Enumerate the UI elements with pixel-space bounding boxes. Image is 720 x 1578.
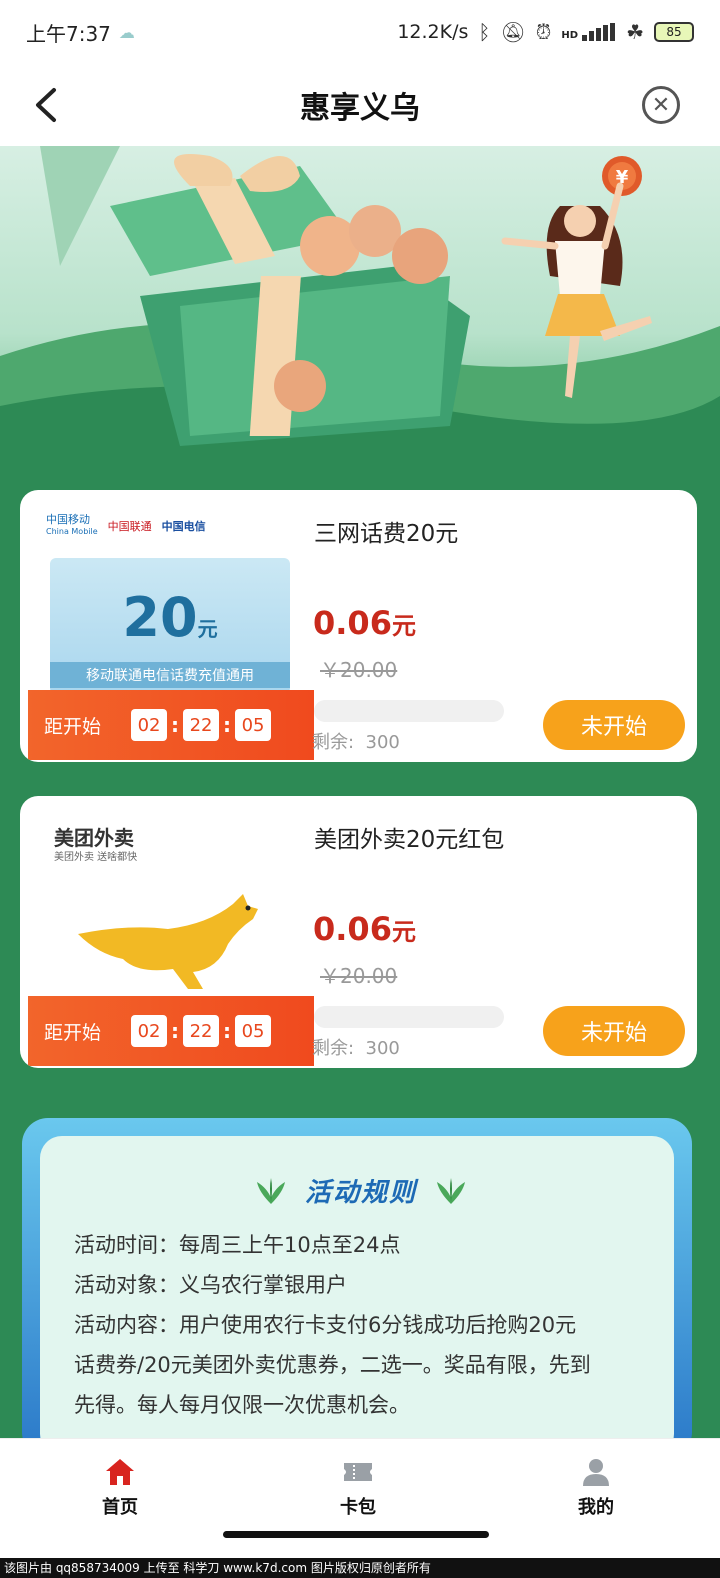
- countdown-label: 距开始: [44, 715, 102, 738]
- close-circle-icon[interactable]: ✕: [642, 86, 680, 124]
- countdown-separator: :: [223, 1019, 232, 1043]
- leaf-icon: [256, 1177, 285, 1204]
- kangaroo-icon: [78, 894, 258, 989]
- product-image: 美团外卖 美团外卖 送啥都快: [28, 804, 310, 1000]
- app-screen: { "status_bar": { "time": "上午7:37", "net…: [0, 0, 720, 1578]
- product-image: 中国移动 China Mobile 中国联通 中国电信 20元 移动联通电信话费…: [28, 498, 310, 694]
- signal-icon: HD: [561, 23, 616, 41]
- countdown-label: 距开始: [44, 1021, 102, 1044]
- user-icon: [583, 1459, 609, 1486]
- countdown-bar: 距开始 02 : 22 : 05: [28, 690, 314, 760]
- stock-progress-bar: [314, 1006, 504, 1028]
- alarm-icon: ⏰︎: [535, 20, 552, 44]
- network-speed: 12.2K/s: [397, 21, 469, 43]
- not-started-button[interactable]: 未开始: [543, 700, 685, 750]
- stock-remaining: 剩余: 300: [312, 732, 400, 753]
- stock-progress-bar: [314, 700, 504, 722]
- product-price: 0.06元: [313, 604, 416, 642]
- home-indicator[interactable]: [223, 1531, 489, 1538]
- rule-line: 活动对象：义乌农行掌银用户: [74, 1273, 347, 1297]
- tab-label: 卡包: [340, 1497, 376, 1518]
- bluetooth-icon: ᛒ: [478, 20, 491, 44]
- card-amount: 20: [122, 586, 198, 649]
- countdown-minutes: 22: [183, 1015, 220, 1047]
- stock-remaining: 剩余: 300: [312, 1038, 400, 1059]
- ticket-icon: [344, 1463, 372, 1481]
- clover-icon: ☘: [626, 20, 644, 44]
- rule-line: 话费券/20元美团外卖优惠券，二选一。奖品有限，先到: [74, 1353, 591, 1377]
- tab-mine[interactable]: 我的: [536, 1457, 656, 1519]
- product-price: 0.06元: [313, 910, 416, 948]
- status-bar: 上午7:37 ☁ 12.2K/s ᛒ 🔕︎ ⏰︎ HD ☘ 85: [0, 0, 720, 64]
- tab-label: 我的: [578, 1497, 614, 1518]
- product-name: 三网话费20元: [314, 521, 459, 547]
- watermark-text: 该图片由 qq858734009 上传至 科学刀 www.k7d.com 图片版…: [0, 1558, 720, 1578]
- gift-box-illustration: ¥: [0, 146, 720, 486]
- tab-home[interactable]: 首页: [60, 1457, 180, 1519]
- rule-line: 活动内容：用户使用农行卡支付6分钱成功后抢购20元: [74, 1313, 577, 1337]
- mute-icon: 🔕︎: [500, 20, 526, 44]
- card-unit: 元: [197, 617, 218, 641]
- meituan-slogan: 美团外卖 送啥都快: [54, 852, 138, 863]
- rule-line: 先得。每人每月仅限一次优惠机会。: [74, 1393, 410, 1417]
- recharge-card-graphic: 20元 移动联通电信话费充值通用: [50, 558, 290, 694]
- countdown-separator: :: [171, 713, 180, 737]
- meituan-brand: 美团外卖: [54, 826, 134, 850]
- chevron-left-icon[interactable]: [30, 86, 64, 124]
- countdown-bar: 距开始 02 : 22 : 05: [28, 996, 314, 1066]
- tab-label: 首页: [102, 1497, 138, 1518]
- bottom-tab-bar: 首页 卡包 我的: [0, 1438, 720, 1558]
- cloud-icon: ☁: [118, 22, 135, 42]
- card-caption: 移动联通电信话费充值通用: [50, 662, 290, 688]
- china-telecom-logo: 中国电信: [161, 520, 206, 533]
- countdown-seconds: 05: [235, 1015, 272, 1047]
- battery-icon: 85: [654, 22, 694, 42]
- countdown-hours: 02: [131, 1015, 168, 1047]
- rule-line: 活动时间：每周三上午10点至24点: [74, 1233, 401, 1257]
- product-card[interactable]: 中国移动 China Mobile 中国联通 中国电信 20元 移动联通电信话费…: [20, 490, 697, 762]
- countdown-seconds: 05: [235, 709, 272, 741]
- hd-label: HD: [561, 30, 579, 41]
- carrier-logos: 中国移动 China Mobile 中国联通 中国电信: [46, 514, 206, 538]
- rules-header: 活动规则: [74, 1172, 648, 1209]
- product-name: 美团外卖20元红包: [314, 827, 505, 853]
- countdown-separator: :: [223, 713, 232, 737]
- countdown-minutes: 22: [183, 709, 220, 741]
- rules-panel: 活动规则 活动时间：每周三上午10点至24点 活动对象：义乌农行掌银用户 活动内…: [22, 1118, 692, 1458]
- product-card[interactable]: 美团外卖 美团外卖 送啥都快 距开始 02 : 22 : 05 美团外卖20元红…: [20, 796, 697, 1068]
- china-mobile-logo: 中国移动 China Mobile: [46, 513, 98, 537]
- battery-level: 85: [666, 25, 682, 39]
- tab-card-wallet[interactable]: 卡包: [298, 1457, 418, 1519]
- nav-bar: 惠享义乌 ✕: [0, 64, 720, 146]
- home-icon: [106, 1459, 134, 1485]
- hero-banner: ¥: [0, 146, 720, 486]
- original-price: ￥20.00: [320, 964, 398, 988]
- original-price: ￥20.00: [320, 658, 398, 682]
- status-time: 上午7:37: [26, 21, 111, 46]
- not-started-button[interactable]: 未开始: [543, 1006, 685, 1056]
- china-unicom-logo: 中国联通: [107, 520, 152, 533]
- leaf-icon: [437, 1177, 465, 1204]
- rules-content: 活动规则 活动时间：每周三上午10点至24点 活动对象：义乌农行掌银用户 活动内…: [40, 1136, 674, 1456]
- rules-title: 活动规则: [304, 1178, 417, 1208]
- countdown-separator: :: [171, 1019, 180, 1043]
- countdown-hours: 02: [131, 709, 168, 741]
- page-title: 惠享义乌: [300, 91, 420, 126]
